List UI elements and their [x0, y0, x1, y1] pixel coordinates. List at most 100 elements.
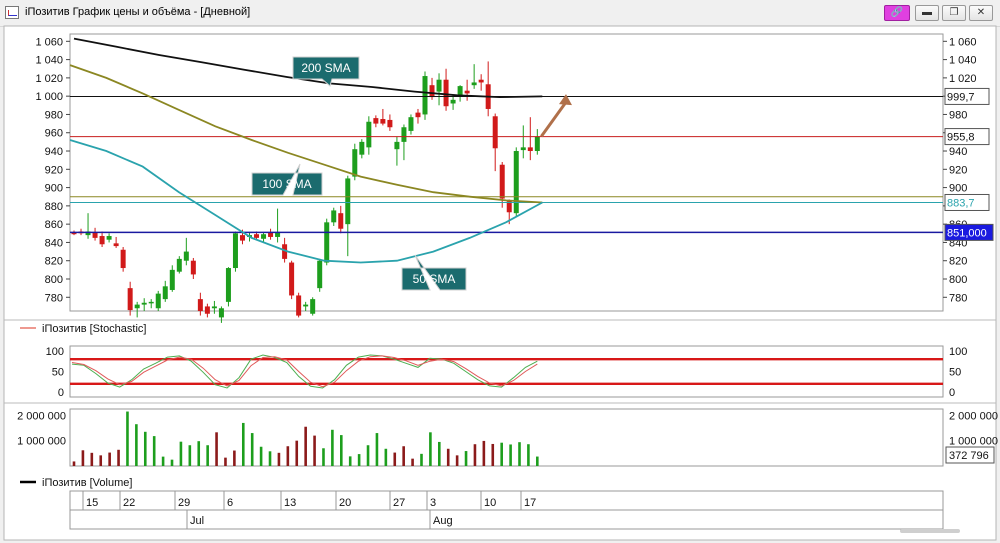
volume-bar — [286, 446, 290, 466]
volume-bar — [455, 455, 459, 466]
candle-body — [261, 234, 267, 239]
volume-title: iПозитив [Volume] — [42, 477, 132, 489]
y-tick-label-left: 880 — [45, 201, 63, 213]
volume-bar — [90, 452, 94, 466]
candle-body — [289, 262, 295, 296]
volume-bar — [152, 436, 156, 466]
x-tick-label: 15 — [86, 497, 98, 509]
price-panel — [69, 33, 944, 312]
candle-body — [471, 82, 477, 86]
volume-bar — [446, 448, 450, 466]
volume-bar — [161, 456, 165, 466]
candle-body — [415, 112, 421, 118]
candle-body — [534, 136, 540, 152]
x-tick-label: 10 — [484, 497, 496, 509]
candle-body — [183, 251, 189, 261]
candle-body — [218, 308, 224, 318]
y-tick-label-left: 1 020 — [35, 73, 63, 85]
y-tick-label-left: 960 — [45, 128, 63, 140]
volume-bar — [464, 451, 468, 466]
y-tick-label-right: 780 — [949, 292, 967, 304]
volume-bar — [179, 441, 183, 466]
callout-100-sma-text: 100 SMA — [262, 177, 311, 191]
candle-body — [373, 118, 379, 124]
candle-body — [464, 90, 470, 94]
volume-panel — [69, 408, 944, 467]
candle-body — [92, 232, 98, 238]
volume-bar — [117, 449, 120, 466]
volume-bar — [295, 440, 299, 466]
volume-bar — [135, 424, 138, 466]
volume-bar — [268, 451, 272, 466]
candle-body — [394, 141, 400, 150]
y-tick-label-right: 940 — [949, 146, 967, 158]
candle-body — [331, 210, 337, 223]
month-label: Jul — [190, 515, 204, 527]
y-tick-label-right: 820 — [949, 256, 967, 268]
volume-bar — [126, 411, 129, 466]
horizontal-scrollbar[interactable] — [900, 529, 960, 533]
candle-body — [408, 117, 414, 131]
volume-bar — [304, 426, 307, 466]
candle-body — [366, 121, 372, 148]
y-tick-label-right: 920 — [949, 164, 967, 176]
volume-bar — [429, 432, 432, 466]
volume-bar — [491, 443, 495, 466]
y-tick-label-left: 900 — [45, 183, 63, 195]
candle-body — [254, 234, 260, 238]
y-tick-label-right: 1 040 — [949, 55, 977, 67]
candle-body — [527, 147, 533, 152]
candle-body — [338, 213, 344, 229]
x-tick-label: 27 — [393, 497, 405, 509]
price-volume-chart[interactable]: 1 060 1 060 1 040 1 040 1 020 1 020 1 000 1 000… — [0, 0, 1000, 543]
volume-bar — [250, 433, 254, 466]
price-value-label: 883,7 — [947, 197, 975, 209]
candle-body — [457, 86, 463, 96]
candle-body — [324, 222, 330, 263]
volume-bar — [473, 444, 477, 466]
candle-body — [520, 147, 526, 151]
stoch-tick-right: 100 — [949, 346, 967, 358]
price-value-label: 999,7 — [947, 91, 975, 103]
candle-body — [436, 79, 442, 92]
volume-bar — [420, 453, 423, 466]
y-tick-label-left: 1 040 — [35, 55, 63, 67]
x-tick-label: 13 — [284, 497, 296, 509]
volume-bar — [518, 442, 521, 466]
y-tick-label-left: 980 — [45, 109, 63, 121]
candle-body — [303, 304, 309, 307]
volume-bar — [482, 440, 486, 466]
candle-body — [113, 243, 119, 247]
x-tick-label: 17 — [524, 497, 536, 509]
y-tick-label-right: 1 020 — [949, 73, 977, 85]
volume-bar — [500, 442, 503, 466]
candle-body — [127, 288, 133, 311]
volume-bar — [188, 445, 192, 466]
candle-body — [176, 258, 182, 272]
volume-bar — [170, 459, 174, 466]
volume-bar — [206, 445, 209, 466]
stoch-tick-left: 50 — [52, 367, 64, 379]
candle-body — [232, 233, 238, 269]
volume-bar — [393, 452, 397, 466]
volume-bar — [72, 461, 76, 466]
x-tick-label: 3 — [430, 497, 436, 509]
y-tick-label-left: 1 060 — [35, 36, 63, 48]
candle-body — [134, 304, 140, 309]
y-tick-label-left: 920 — [45, 164, 63, 176]
candle-body — [99, 236, 105, 245]
volume-bar — [438, 441, 441, 466]
price-value-label: 955,8 — [947, 132, 975, 144]
volume-bar — [215, 432, 218, 466]
volume-bar — [322, 448, 325, 466]
y-tick-label-left: 940 — [45, 146, 63, 158]
volume-bar — [108, 452, 111, 466]
candle-body — [499, 164, 505, 199]
y-tick-label-right: 1 060 — [949, 36, 977, 48]
candle-body — [141, 302, 147, 305]
volume-bar — [241, 422, 245, 466]
volume-value-label: 372 796 — [949, 450, 989, 462]
stoch-tick-left: 100 — [46, 346, 64, 358]
y-tick-label-left: 1 000 — [35, 91, 63, 103]
candle-body — [310, 299, 316, 314]
